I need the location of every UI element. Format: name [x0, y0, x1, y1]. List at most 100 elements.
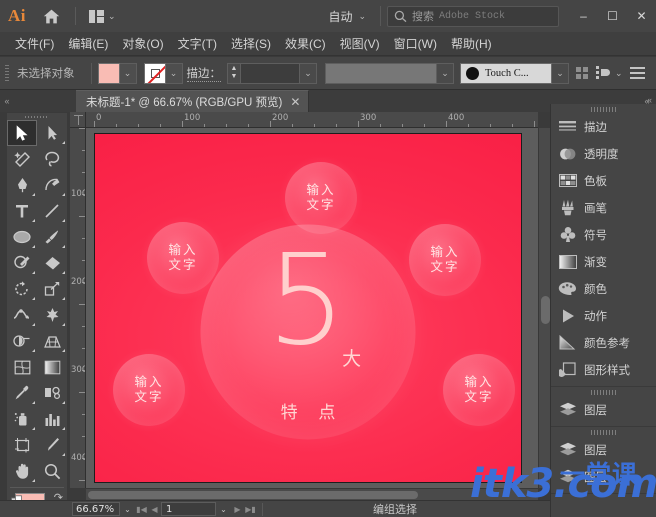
vertical-ruler[interactable]: 100 200 300 400: [70, 128, 86, 488]
brush-definition-control[interactable]: Touch C... ⌄: [460, 62, 569, 84]
horizontal-scroll-thumb[interactable]: [88, 491, 418, 499]
tool-curvature[interactable]: [37, 172, 67, 198]
brush-definition-dropdown[interactable]: ⌄: [552, 62, 569, 84]
menu-file[interactable]: 文件(F): [8, 32, 61, 56]
zoom-level-dropdown[interactable]: ⌄: [120, 502, 135, 516]
menu-view[interactable]: 视图(V): [333, 32, 387, 56]
stroke-weight-stepper[interactable]: ▲ ▼: [227, 62, 240, 84]
prev-artboard-icon[interactable]: ◀: [148, 502, 161, 516]
collapse-left-icon[interactable]: «: [0, 90, 14, 112]
fill-swatch[interactable]: [97, 62, 120, 84]
canvas-horizontal-scrollbar[interactable]: [86, 488, 538, 500]
stroke-swatch[interactable]: [143, 62, 166, 84]
document-tab[interactable]: 未标题-1* @ 66.67% (RGB/GPU 预览) ✕: [76, 90, 310, 112]
tool-mesh[interactable]: [7, 354, 37, 380]
workspace-switcher[interactable]: 自动 ⌄: [320, 0, 374, 32]
tool-width[interactable]: [7, 302, 37, 328]
align-dropdown-caret[interactable]: ⌄: [615, 68, 623, 78]
tool-ellipse[interactable]: [7, 224, 37, 250]
panel-item-actions[interactable]: 动作: [551, 302, 656, 329]
stroke-weight-dropdown[interactable]: ⌄: [300, 62, 317, 84]
artboard-number-dropdown[interactable]: ⌄: [216, 502, 231, 516]
menu-help[interactable]: 帮助(H): [444, 32, 499, 56]
next-artboard-icon[interactable]: ▶: [231, 502, 244, 516]
bubble-upper-right[interactable]: 输入 文字: [409, 224, 481, 296]
da-character-text[interactable]: 大: [342, 349, 361, 370]
artboard[interactable]: 5 大 特 点 输入 文字 输入 文字 输入 文字 输入 文字 输入 文字: [94, 133, 522, 483]
fill-dropdown[interactable]: ⌄: [119, 62, 137, 84]
horizontal-ruler[interactable]: 0 100 200 300 400: [86, 112, 538, 128]
panel-item-symbols[interactable]: 符号: [551, 221, 656, 248]
align-objects-icon[interactable]: [596, 66, 611, 80]
control-bar-grip[interactable]: [3, 63, 13, 83]
menu-object[interactable]: 对象(O): [115, 32, 170, 56]
menu-effect[interactable]: 效果(C): [278, 32, 333, 56]
tool-lasso[interactable]: [37, 146, 67, 172]
canvas-vertical-scrollbar[interactable]: [538, 128, 550, 488]
transform-grid-icon[interactable]: [576, 66, 589, 80]
tool-magic-wand[interactable]: [7, 146, 37, 172]
tool-shape-builder[interactable]: [7, 328, 37, 354]
tool-shaper[interactable]: [7, 250, 37, 276]
bubble-lower-left[interactable]: 输入 文字: [113, 354, 185, 426]
caption-text[interactable]: 特 点: [273, 398, 344, 423]
menu-select[interactable]: 选择(S): [224, 32, 278, 56]
last-artboard-icon[interactable]: ▶▮: [244, 502, 257, 516]
ruler-origin-icon[interactable]: [70, 112, 86, 128]
panel-item-graphic-styles[interactable]: 图形样式: [551, 356, 656, 383]
stroke-dropdown[interactable]: ⌄: [165, 62, 183, 84]
tool-symbol-sprayer[interactable]: [7, 406, 37, 432]
canvas-area[interactable]: 5 大 特 点 输入 文字 输入 文字 输入 文字 输入 文字 输入 文字: [86, 128, 538, 488]
tool-blend[interactable]: [37, 380, 67, 406]
panel-item-color-guide[interactable]: 颜色参考: [551, 329, 656, 356]
artboard-number-input[interactable]: 1: [161, 502, 216, 516]
tool-type[interactable]: [7, 198, 37, 224]
tool-paintbrush[interactable]: [37, 224, 67, 250]
first-artboard-icon[interactable]: ▮◀: [135, 502, 148, 516]
vertical-scroll-thumb[interactable]: [541, 296, 550, 324]
tool-rotate[interactable]: [7, 276, 37, 302]
panel-item-layers-3[interactable]: 图层: [551, 463, 656, 490]
tool-gradient[interactable]: [37, 354, 67, 380]
tool-zoom[interactable]: [37, 458, 67, 484]
tool-direct-selection[interactable]: [37, 120, 67, 146]
panel-group-layers-2-grip[interactable]: [551, 427, 656, 436]
panel-item-stroke[interactable]: 描边: [551, 113, 656, 140]
tool-artboard[interactable]: [7, 432, 37, 458]
bubble-lower-right[interactable]: 输入 文字: [443, 354, 515, 426]
tool-free-transform[interactable]: [37, 302, 67, 328]
adobe-stock-search[interactable]: 搜索 Adobe Stock: [387, 5, 559, 27]
tool-hand[interactable]: [7, 458, 37, 484]
stroke-profile-dropdown[interactable]: ⌄: [437, 62, 454, 84]
tool-scale[interactable]: [37, 276, 67, 302]
fill-control[interactable]: ⌄: [97, 62, 137, 84]
panel-item-color[interactable]: 颜色: [551, 275, 656, 302]
tool-column-graph[interactable]: [37, 406, 67, 432]
collapse-panels-icon[interactable]: «: [647, 95, 652, 105]
tool-perspective-grid[interactable]: [37, 328, 67, 354]
panel-item-brushes[interactable]: 画笔: [551, 194, 656, 221]
tool-eraser[interactable]: [37, 250, 67, 276]
panel-item-layers-1[interactable]: 图层: [551, 396, 656, 423]
status-text[interactable]: 编组选择: [373, 501, 417, 517]
more-options-icon[interactable]: [629, 67, 645, 79]
stroke-weight-input[interactable]: [240, 62, 300, 84]
tool-eyedropper[interactable]: [7, 380, 37, 406]
tool-line-segment[interactable]: [37, 198, 67, 224]
panel-group-primary-grip[interactable]: [551, 104, 656, 113]
close-icon[interactable]: ✕: [290, 96, 300, 108]
bubble-top[interactable]: 输入 文字: [285, 162, 357, 234]
panel-item-transparency[interactable]: 透明度: [551, 140, 656, 167]
panel-group-layers-1-grip[interactable]: [551, 387, 656, 396]
menu-edit[interactable]: 编辑(E): [61, 32, 115, 56]
stroke-control[interactable]: ⌄: [143, 62, 183, 84]
bubble-upper-left[interactable]: 输入 文字: [147, 222, 219, 294]
stroke-profile-input[interactable]: [325, 62, 437, 84]
zoom-level-input[interactable]: 66.67%: [72, 502, 120, 516]
panel-item-gradient[interactable]: 渐变: [551, 248, 656, 275]
panel-item-layers-2[interactable]: 图层: [551, 436, 656, 463]
brush-definition-box[interactable]: Touch C...: [460, 62, 552, 84]
window-close-button[interactable]: ✕: [627, 0, 656, 32]
arrange-documents-button[interactable]: ⌄: [83, 0, 122, 32]
stroke-weight-label[interactable]: 描边：: [186, 65, 221, 82]
